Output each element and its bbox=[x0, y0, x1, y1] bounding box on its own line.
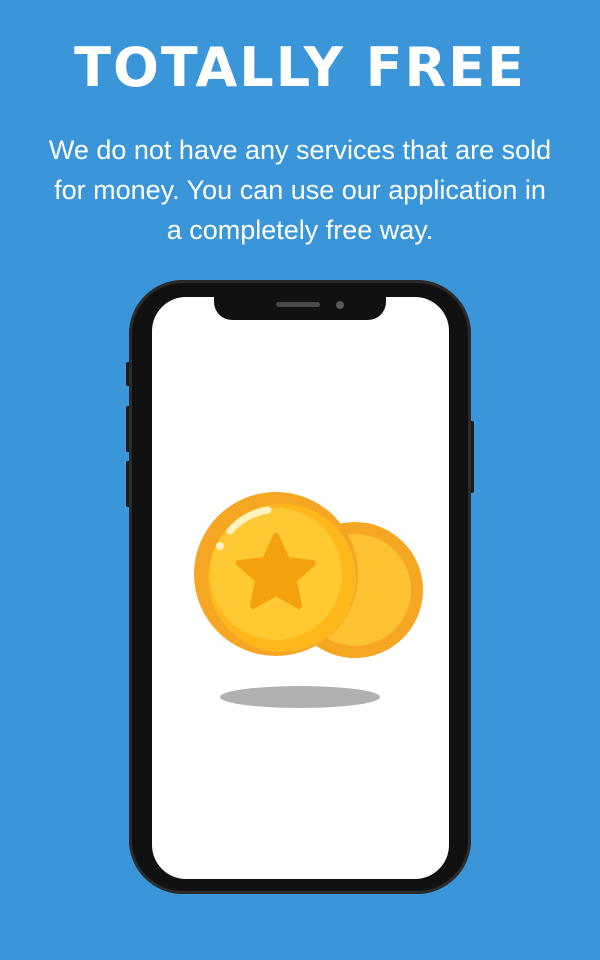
phone-notch bbox=[214, 294, 386, 320]
gold-coins-icon bbox=[194, 492, 423, 708]
coin-shadow bbox=[220, 686, 380, 708]
speaker-grille bbox=[276, 302, 320, 307]
description-line: We do not have any services that are sol… bbox=[48, 135, 552, 165]
description-line: for money. You can use our application i… bbox=[54, 175, 546, 205]
front-camera bbox=[336, 301, 344, 309]
front-coin-icon bbox=[194, 492, 358, 656]
description: We do not have any services that are sol… bbox=[0, 130, 600, 250]
description-line: a completely free way. bbox=[166, 215, 434, 245]
page-title: TOTALLY FREE bbox=[74, 36, 526, 99]
